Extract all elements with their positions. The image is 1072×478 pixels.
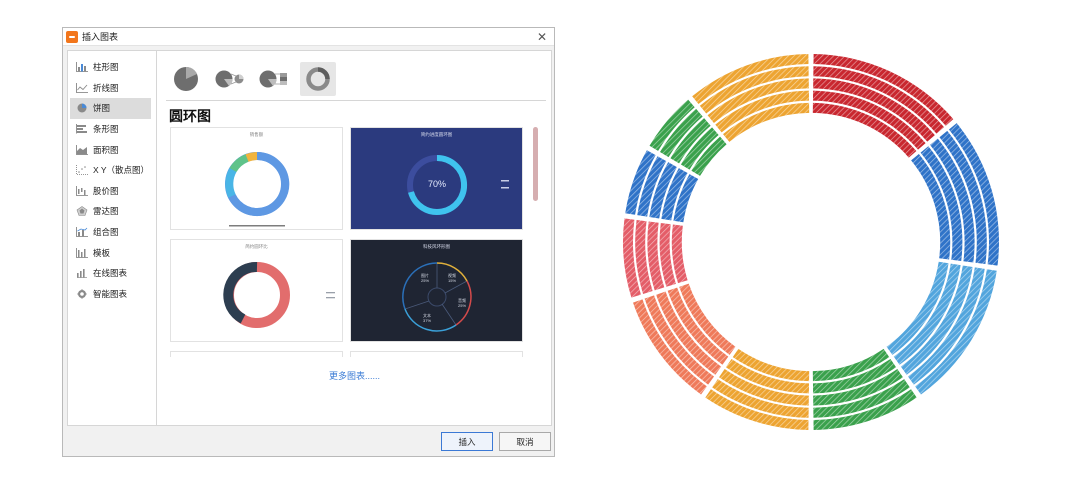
sidebar-item-label: 组合图	[93, 227, 119, 238]
gallery-scrollbar[interactable]	[533, 127, 538, 201]
more-charts-link[interactable]: 更多图表......	[158, 369, 551, 382]
insert-button[interactable]: 插入	[441, 432, 493, 451]
pie-subtype-icon	[174, 66, 198, 91]
sidebar-item-label: 股价图	[93, 185, 119, 196]
donut-preview-chart	[225, 151, 290, 227]
template-thumbnail-progress[interactable]: 简约进度圆环图 70%	[350, 127, 523, 230]
chart-subtype-row	[168, 61, 344, 97]
sidebar-item-label: 折线图	[93, 82, 119, 93]
doughnut-rings	[623, 54, 999, 430]
sidebar-item-label: 柱形图	[93, 62, 119, 73]
sidebar-item-combo[interactable]: 组合图	[70, 222, 151, 243]
template-thumbnail-ratio[interactable]: 简约圆环比	[170, 239, 343, 342]
tech-label-audio: 音频 25%	[458, 298, 466, 308]
sidebar-item-stock[interactable]: 股价图	[70, 181, 151, 202]
chart-category-sidebar: 柱形图 折线图 饼图 条形图 面积图 X Y（散点图） 股价图 雷达图 组合图 …	[68, 51, 157, 425]
line-chart-icon	[76, 82, 88, 93]
chart-template-gallery: 销售额 简约进度圆环图 70% 简约圆环比 科技风环形图 图片 25% 视频 1…	[170, 127, 540, 357]
template-icon	[76, 247, 88, 258]
subtype-divider	[166, 100, 546, 101]
dialog-body: 柱形图 折线图 饼图 条形图 面积图 X Y（散点图） 股价图 雷达图 组合图 …	[67, 50, 552, 426]
label-pct: 25%	[421, 278, 430, 283]
tech-label-image: 图片 25%	[421, 273, 429, 283]
template-thumbnail-partial[interactable]	[350, 351, 523, 357]
sidebar-item-area[interactable]: 面积图	[70, 139, 151, 160]
stock-chart-icon	[76, 185, 88, 196]
thumbnail-title: 科技风环形图	[423, 244, 450, 249]
scatter-chart-icon	[76, 165, 88, 176]
smart-chart-icon	[76, 288, 88, 299]
app-logo-icon	[66, 31, 78, 43]
thumbnail-title: 销售额	[249, 132, 264, 137]
bar-of-pie-subtype-icon	[259, 70, 287, 88]
cancel-button[interactable]: 取消	[499, 432, 551, 451]
online-chart-icon	[76, 268, 88, 279]
thumbnail-title: 简约进度圆环图	[420, 132, 453, 137]
area-chart-icon	[76, 144, 88, 155]
sidebar-item-radar[interactable]: 雷达图	[70, 201, 151, 222]
insert-chart-dialog: 插入图表 ✕ 柱形图 折线图 饼图 条形图 面积图 X Y（散点图） 股价图 雷…	[62, 27, 555, 457]
combo-chart-icon	[76, 227, 88, 237]
chart-gallery-panel: 圆环图 销售额 简约进度圆环图 70% 简约圆环比 科技风环形图 图片 25% …	[158, 51, 551, 425]
label-pct: 37%	[423, 318, 432, 323]
sidebar-item-online[interactable]: 在线图表	[70, 263, 151, 284]
dialog-title: 插入图表	[82, 32, 119, 42]
ratio-donut-preview	[223, 262, 335, 328]
sidebar-item-label: 智能图表	[93, 288, 128, 299]
pie-chart-icon	[76, 103, 88, 113]
section-title: 圆环图	[169, 108, 211, 124]
close-button[interactable]: ✕	[534, 29, 550, 45]
label-pct: 25%	[458, 303, 467, 308]
subtype-exploded-pie-button[interactable]	[212, 62, 248, 96]
template-thumbnail-tech[interactable]: 科技风环形图 图片 25% 视频 15% 音频 25% 文本 37%	[350, 239, 523, 342]
sidebar-item-label: 面积图	[93, 144, 119, 155]
sidebar-item-label: 在线图表	[93, 268, 128, 279]
sidebar-item-label: 雷达图	[93, 206, 119, 217]
column-chart-icon	[76, 62, 88, 73]
tech-donut-preview	[402, 262, 472, 332]
sidebar-item-label: X Y（散点图）	[93, 165, 150, 176]
doughnut-subtype-icon	[306, 67, 330, 91]
subtype-doughnut-button[interactable]	[300, 62, 336, 96]
subtype-pie-button[interactable]	[168, 62, 204, 96]
sidebar-item-column[interactable]: 柱形图	[70, 57, 151, 78]
ring-segment-hatch	[671, 224, 688, 284]
template-thumbnail-sales[interactable]: 销售额	[170, 127, 343, 230]
dialog-titlebar: 插入图表 ✕	[63, 28, 554, 46]
tech-label-text: 文本 37%	[423, 313, 431, 323]
bar-chart-icon	[76, 124, 88, 134]
sidebar-item-bar[interactable]: 条形图	[70, 119, 151, 140]
thumbnail-title: 简约圆环比	[245, 244, 268, 249]
progress-percentage: 70%	[427, 179, 446, 189]
subtype-bar-of-pie-button[interactable]	[256, 62, 292, 96]
sidebar-item-smart[interactable]: 智能图表	[70, 284, 151, 305]
sidebar-item-label: 饼图	[93, 103, 111, 114]
radar-chart-icon	[76, 206, 88, 217]
tech-label-video: 视频 15%	[448, 273, 456, 283]
large-doughnut-chart	[623, 54, 999, 430]
sidebar-item-scatter[interactable]: X Y（散点图）	[70, 160, 151, 181]
ring-segment-hatch	[723, 102, 810, 142]
sidebar-item-line[interactable]: 折线图	[70, 78, 151, 99]
sidebar-item-template[interactable]: 模板	[70, 242, 151, 263]
sidebar-item-label: 模板	[93, 247, 111, 258]
pie-of-pie-subtype-icon	[215, 70, 244, 88]
template-thumbnail-partial[interactable]	[170, 351, 343, 357]
sidebar-item-label: 条形图	[93, 124, 119, 135]
label-pct: 15%	[448, 278, 457, 283]
sidebar-item-pie[interactable]: 饼图	[70, 98, 151, 119]
ring-segment-hatch	[911, 154, 951, 260]
